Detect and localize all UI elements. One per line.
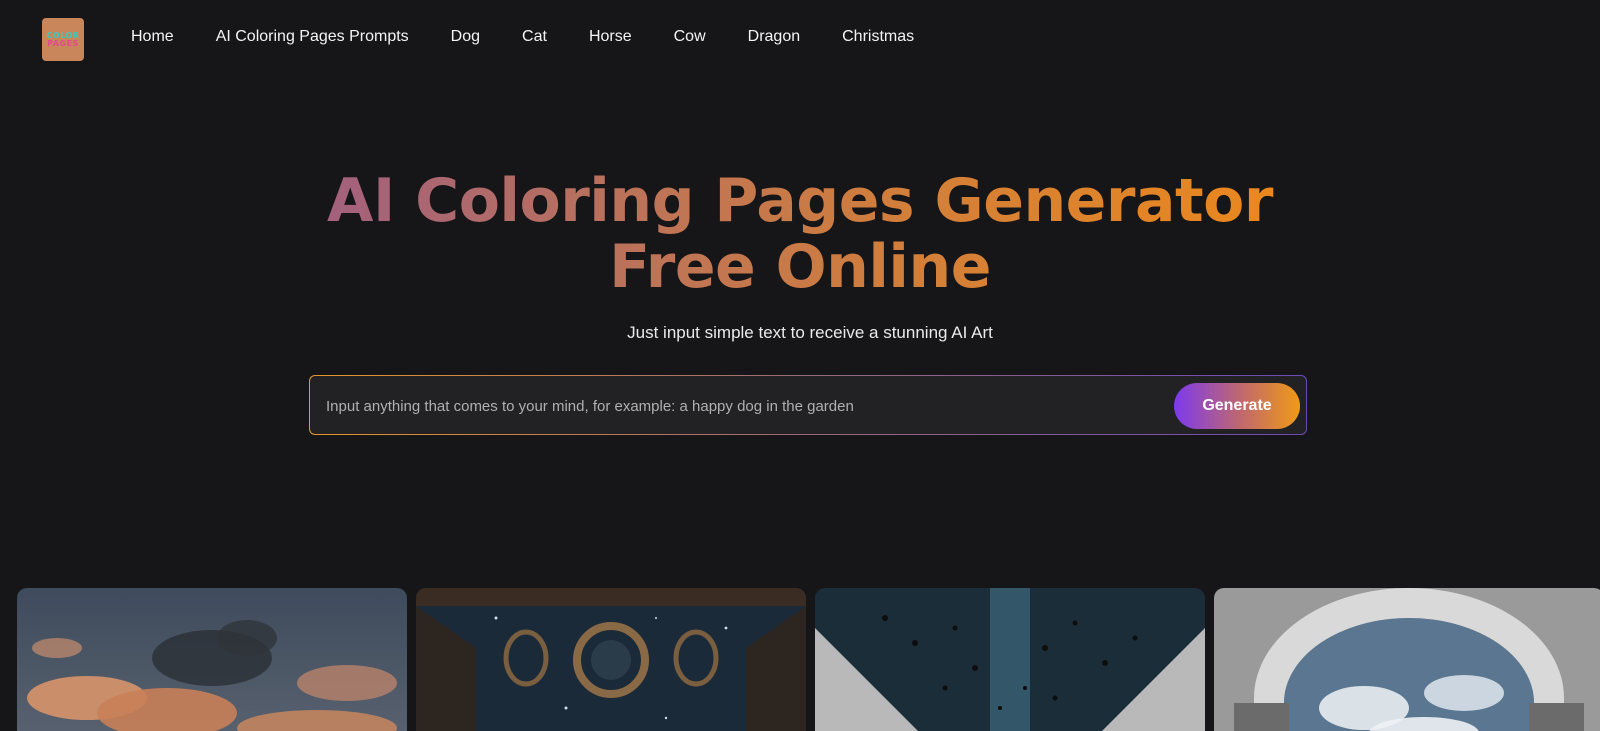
nav-link-dog[interactable]: Dog (451, 28, 480, 46)
prompt-input[interactable] (324, 376, 1148, 436)
nav-link-home[interactable]: Home (131, 28, 174, 46)
prompt-box-inner: Generate (310, 376, 1306, 436)
image-gallery (17, 588, 1600, 731)
gallery-image-stone-arch[interactable] (1214, 588, 1600, 731)
nav-link-cat[interactable]: Cat (522, 28, 547, 46)
nav-link-dragon[interactable]: Dragon (748, 28, 800, 46)
logo-text-bottom: PAGES (47, 38, 79, 48)
gallery-image-sunset-clouds[interactable] (17, 588, 407, 731)
site-logo[interactable]: COLOR PAGES (42, 18, 84, 61)
nav-link-horse[interactable]: Horse (589, 28, 632, 46)
music-notes-image (815, 588, 1205, 731)
nav-link-christmas[interactable]: Christmas (842, 28, 914, 46)
ornate-ceiling-image (416, 588, 806, 731)
generate-button[interactable]: Generate (1174, 383, 1300, 429)
page-subtitle: Just input simple text to receive a stun… (627, 323, 993, 342)
nav-link-cow[interactable]: Cow (674, 28, 706, 46)
sunset-clouds-image (17, 588, 407, 731)
gallery-image-ornate-ceiling[interactable] (416, 588, 806, 731)
nav-link-prompts[interactable]: AI Coloring Pages Prompts (216, 28, 409, 46)
prompt-box: Generate (309, 375, 1307, 436)
stone-arch-image (1214, 588, 1600, 731)
nav-links: Home AI Coloring Pages Prompts Dog Cat H… (131, 28, 956, 46)
page-title: AI Coloring Pages Generator Free Online (250, 168, 1350, 300)
page: COLOR PAGES Home AI Coloring Pages Promp… (0, 0, 1600, 731)
top-navigation: COLOR PAGES Home AI Coloring Pages Promp… (0, 0, 1600, 80)
gallery-image-music-notes[interactable] (815, 588, 1205, 731)
